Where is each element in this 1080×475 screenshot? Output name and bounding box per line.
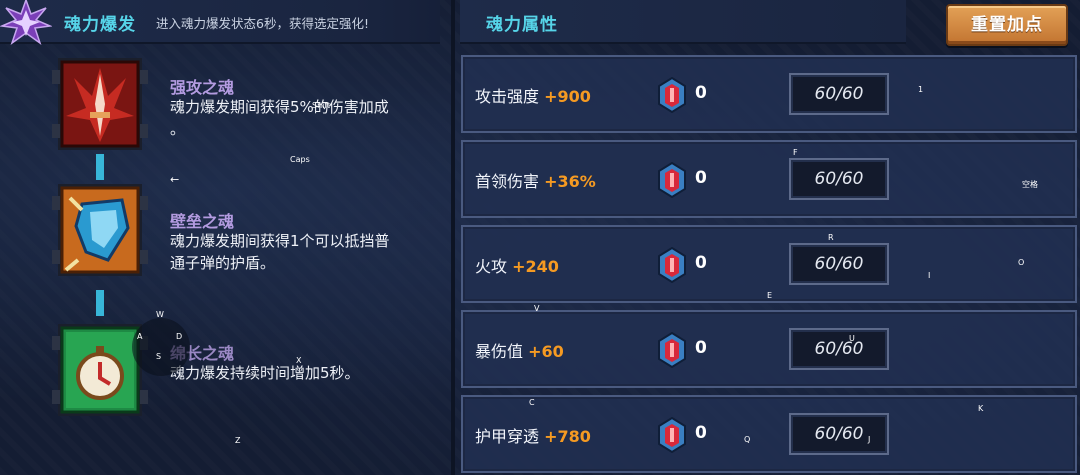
key-hint-i: I xyxy=(928,271,931,280)
attribute-count: 0 xyxy=(695,253,707,273)
reset-points-button[interactable]: 重置加点 xyxy=(946,4,1068,46)
key-hint-v: V xyxy=(534,304,540,313)
key-hint-k: K xyxy=(978,404,984,413)
attribute-value-box[interactable]: 60/60 xyxy=(789,413,889,455)
attribute-name: 首领伤害 xyxy=(475,172,540,191)
key-hint-j: J xyxy=(868,435,871,444)
attribute-label: 攻击强度 +900 xyxy=(475,83,591,107)
attribute-row: 暴伤值 +60 0 60/60 xyxy=(461,310,1077,388)
key-hint-caps: Caps xyxy=(290,155,310,164)
attribute-value-box[interactable]: 60/60 xyxy=(789,73,889,115)
attribute-name: 火攻 xyxy=(475,257,508,276)
skill-name: 强攻之魂 xyxy=(170,78,235,97)
key-hint-f: F xyxy=(793,148,798,157)
attribute-name: 暴伤值 xyxy=(475,342,524,361)
skill-description-line: 通子弹的护盾。 xyxy=(170,254,276,272)
skill-description-line: 。 xyxy=(170,120,186,138)
key-hint-r: R xyxy=(828,233,834,242)
attribute-count: 0 xyxy=(695,338,707,358)
attribute-row: 攻击强度 +900 0 60/60 xyxy=(461,55,1077,133)
skill-description-line: 魂力爆发期间获得5%的伤害加成 xyxy=(170,98,389,116)
key-hint-w: W xyxy=(156,310,164,319)
key-hint-1: 1 xyxy=(918,85,924,94)
key-hint-q: Q xyxy=(744,435,751,444)
key-hint-shift: Shift xyxy=(312,101,331,110)
attribute-row: 护甲穿透 +780 0 60/60 xyxy=(461,395,1077,473)
key-hint-d: D xyxy=(176,332,183,341)
soul-gem-icon xyxy=(658,247,686,283)
skill-description: 魂力爆发持续时间增加5秒。 xyxy=(170,362,445,384)
key-hint-o: O xyxy=(1018,258,1025,267)
key-hint-left-arrow: ← xyxy=(170,173,180,186)
soul-burst-icon xyxy=(0,0,52,45)
attribute-count: 0 xyxy=(695,168,707,188)
skill-name: 壁垒之魂 xyxy=(170,212,235,231)
attribute-name: 护甲穿透 xyxy=(475,427,540,446)
attribute-value-box[interactable]: 60/60 xyxy=(789,328,889,370)
key-hint-e: E xyxy=(767,291,773,300)
skill-description-line: 魂力爆发期间获得1个可以抵挡普 xyxy=(170,232,390,250)
virtual-joystick[interactable] xyxy=(132,318,190,376)
panel-divider xyxy=(451,0,455,475)
key-hint-space: 空格 xyxy=(1022,180,1038,189)
skill-connector xyxy=(96,154,104,180)
soul-burst-title: 魂力爆发 xyxy=(64,15,136,35)
soul-attributes-title: 魂力属性 xyxy=(486,15,558,35)
attribute-count: 0 xyxy=(695,423,707,443)
attribute-bonus: +60 xyxy=(528,342,564,361)
attribute-bonus: +240 xyxy=(512,257,559,276)
skill-connector xyxy=(96,290,104,316)
attribute-value-box[interactable]: 60/60 xyxy=(789,158,889,200)
attribute-label: 首领伤害 +36% xyxy=(475,168,596,192)
attribute-bonus: +900 xyxy=(544,87,591,106)
soul-burst-description: 进入魂力爆发状态6秒，获得选定强化! xyxy=(156,16,369,31)
key-hint-s: S xyxy=(156,352,162,361)
attribute-name: 攻击强度 xyxy=(475,87,540,106)
attribute-value-box[interactable]: 60/60 xyxy=(789,243,889,285)
key-hint-a: A xyxy=(137,332,143,341)
attribute-label: 护甲穿透 +780 xyxy=(475,423,591,447)
attribute-count: 0 xyxy=(695,83,707,103)
attribute-label: 暴伤值 +60 xyxy=(475,338,564,362)
sword-soul-icon[interactable] xyxy=(52,56,148,152)
shield-soul-icon[interactable] xyxy=(52,182,148,278)
attribute-label: 火攻 +240 xyxy=(475,253,559,277)
soul-gem-icon xyxy=(658,417,686,453)
key-hint-x: X xyxy=(296,356,302,365)
attribute-row: 首领伤害 +36% 0 60/60 xyxy=(461,140,1077,218)
soul-gem-icon xyxy=(658,77,686,113)
soul-gem-icon xyxy=(658,162,686,198)
attribute-bonus: +780 xyxy=(544,427,591,446)
skill-description: 魂力爆发期间获得1个可以抵挡普 通子弹的护盾。 xyxy=(170,230,445,274)
skill-description-line: 魂力爆发持续时间增加5秒。 xyxy=(170,364,360,382)
key-hint-u: U xyxy=(849,334,855,343)
key-hint-c: C xyxy=(529,398,535,407)
key-hint-z: Z xyxy=(235,436,241,445)
skill-description: 魂力爆发期间获得5%的伤害加成 。 xyxy=(170,96,445,140)
attribute-bonus: +36% xyxy=(544,172,596,191)
soul-gem-icon xyxy=(658,332,686,368)
